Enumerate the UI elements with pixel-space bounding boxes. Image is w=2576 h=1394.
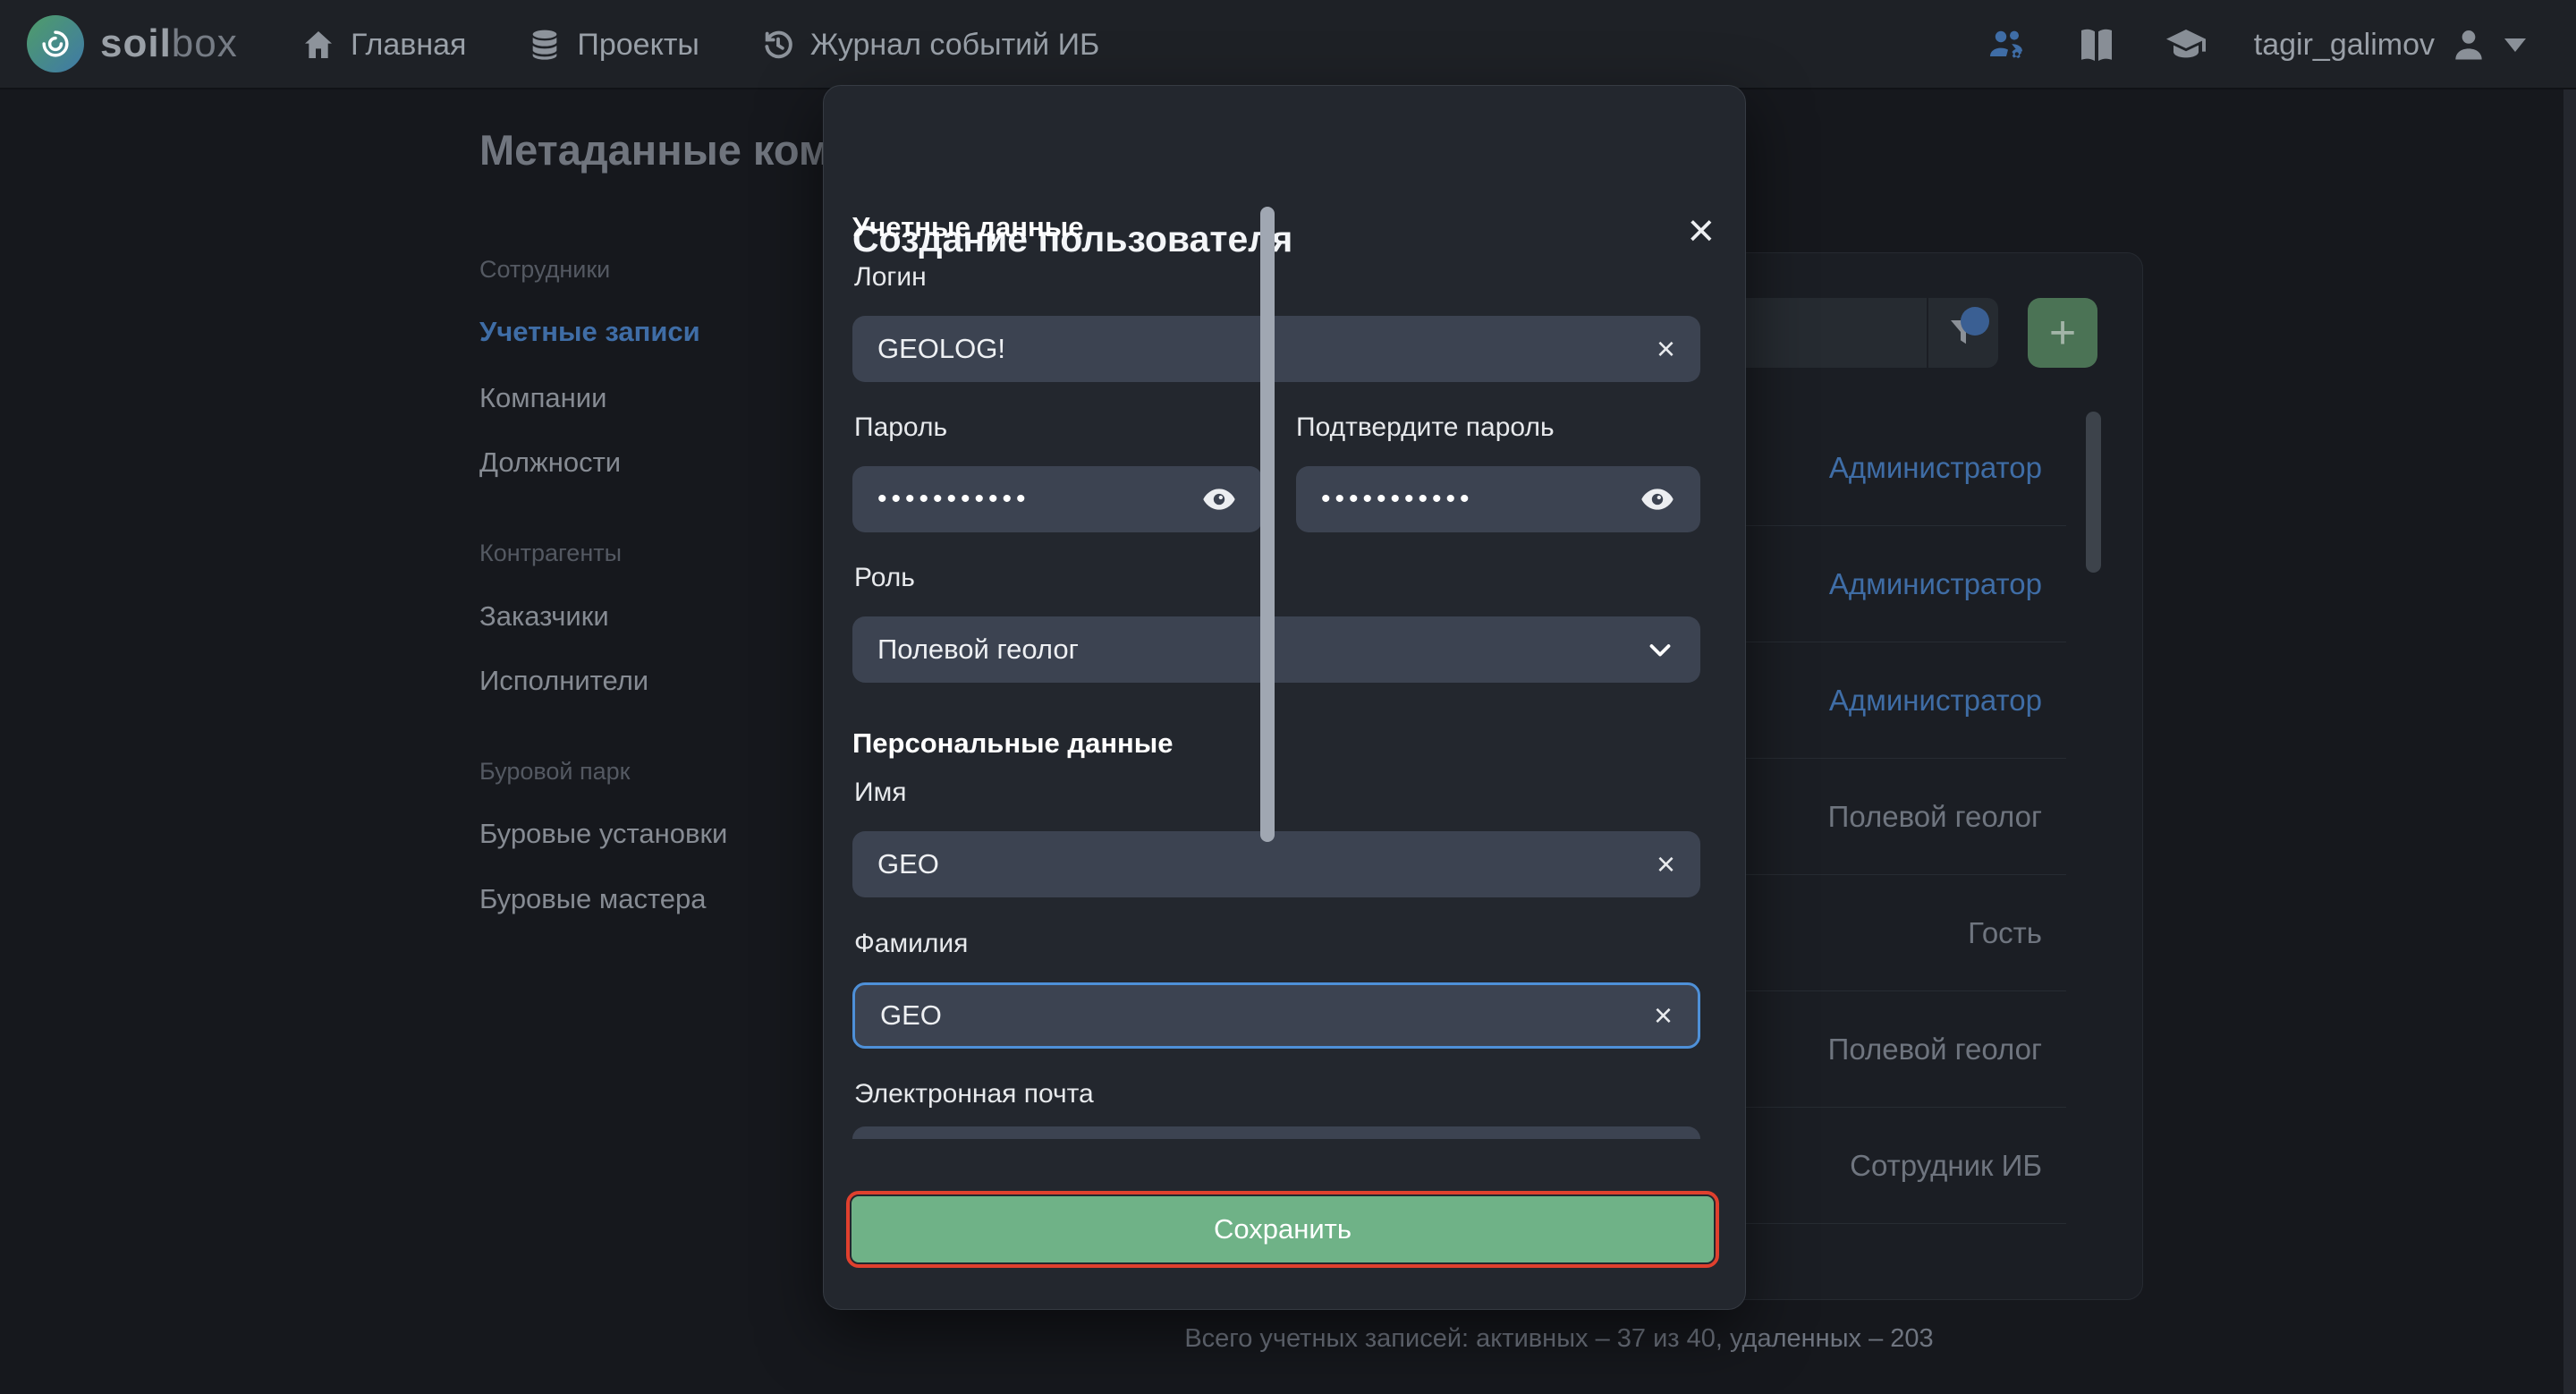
- role-cell: Гость: [1968, 916, 2042, 950]
- login-label: Логин: [854, 262, 927, 293]
- clear-icon[interactable]: ×: [1654, 999, 1673, 1032]
- nav-item-label: Проекты: [577, 28, 699, 63]
- page-scrollbar[interactable]: [2563, 89, 2576, 1394]
- topbar-right: tagir_galimov: [1986, 0, 2526, 89]
- email-label: Электронная почта: [854, 1079, 1094, 1109]
- filter-active-badge: [1961, 307, 1989, 336]
- modal-scrollbar[interactable]: [1260, 207, 1275, 842]
- close-icon[interactable]: ×: [1688, 208, 1715, 254]
- nav-item-label: Журнал событий ИБ: [810, 28, 1099, 63]
- user-management-icon[interactable]: [1986, 23, 2029, 66]
- sidebar-item-accounts[interactable]: Учетные записи: [479, 316, 700, 348]
- nav-item-label: Главная: [351, 28, 466, 63]
- first-name-field[interactable]: GEO ×: [852, 831, 1700, 897]
- role-cell: Полевой геолог: [1828, 800, 2042, 834]
- role-value: Полевой геолог: [877, 633, 1079, 666]
- sidebar-item-drilling-rigs[interactable]: Буровые установки: [479, 818, 727, 850]
- login-field[interactable]: GEOLOG! ×: [852, 316, 1700, 382]
- sidebar-group-employees: Сотрудники: [479, 256, 610, 284]
- database-icon: [527, 27, 563, 63]
- password-mask: •••••••••••: [877, 484, 1030, 514]
- role-cell: Администратор: [1829, 451, 2042, 485]
- add-user-button[interactable]: +: [2028, 298, 2097, 368]
- first-name-label: Имя: [854, 778, 906, 808]
- username: tagir_galimov: [2254, 28, 2435, 63]
- sidebar-item-customers[interactable]: Заказчики: [479, 600, 609, 633]
- email-field[interactable]: [852, 1126, 1700, 1139]
- clear-icon[interactable]: ×: [1657, 333, 1675, 365]
- role-cell: Сотрудник ИБ: [1850, 1149, 2042, 1183]
- user-icon: [2449, 25, 2488, 64]
- soilbox-logo-icon: [27, 15, 84, 72]
- history-icon: [760, 27, 796, 63]
- save-button-label: Сохранить: [1214, 1213, 1352, 1245]
- nav-item-security-log[interactable]: Журнал событий ИБ: [760, 27, 1099, 63]
- login-value: GEOLOG!: [877, 333, 1005, 365]
- password-label: Пароль: [854, 412, 947, 443]
- nav-item-home[interactable]: Главная: [301, 27, 466, 63]
- create-user-modal: Создание пользователя × Учетные данные Л…: [823, 85, 1746, 1310]
- password-confirm-mask: •••••••••••: [1321, 484, 1474, 514]
- role-label: Роль: [854, 563, 915, 593]
- role-cell: Администратор: [1829, 684, 2042, 718]
- sidebar-item-companies[interactable]: Компании: [479, 382, 606, 414]
- role-cell: Полевой геолог: [1828, 1033, 2042, 1067]
- top-navigation: Главная Проекты Журнал событий ИБ: [301, 0, 1099, 89]
- password-confirm-field[interactable]: •••••••••••: [1296, 466, 1700, 532]
- sidebar-item-drilling-masters[interactable]: Буровые мастера: [479, 883, 707, 915]
- role-cell: Администратор: [1829, 567, 2042, 601]
- book-icon[interactable]: [2075, 23, 2118, 66]
- clear-icon[interactable]: ×: [1657, 848, 1675, 880]
- filter-button[interactable]: [1928, 298, 1998, 368]
- plus-icon: +: [2049, 310, 2076, 356]
- sidebar-item-executors[interactable]: Исполнители: [479, 665, 648, 697]
- sidebar-item-positions[interactable]: Должности: [479, 446, 621, 479]
- sidebar-group-contractors: Контрагенты: [479, 540, 622, 567]
- nav-item-projects[interactable]: Проекты: [527, 27, 699, 63]
- caret-down-icon: [2504, 38, 2526, 52]
- brand-name: soilbox: [100, 21, 238, 66]
- first-name-value: GEO: [877, 848, 939, 880]
- eye-icon[interactable]: [1201, 481, 1237, 517]
- section-personal: Персональные данные: [852, 727, 1173, 760]
- section-credentials: Учетные данные: [852, 211, 1083, 243]
- home-icon: [301, 27, 336, 63]
- brand[interactable]: soilbox: [27, 15, 238, 72]
- table-scrollbar[interactable]: [2086, 412, 2101, 573]
- save-button[interactable]: Сохранить: [852, 1196, 1714, 1262]
- role-select[interactable]: Полевой геолог: [852, 616, 1700, 683]
- last-name-value: GEO: [880, 999, 942, 1032]
- last-name-field[interactable]: GEO ×: [852, 982, 1700, 1049]
- last-name-label: Фамилия: [854, 929, 968, 959]
- graduation-cap-icon[interactable]: [2165, 23, 2207, 66]
- sidebar-group-drilling-park: Буровой парк: [479, 758, 630, 786]
- eye-icon[interactable]: [1640, 481, 1675, 517]
- topbar: soilbox Главная Проекты Журнал событий И…: [0, 0, 2576, 89]
- user-menu[interactable]: tagir_galimov: [2254, 25, 2526, 64]
- password-field[interactable]: •••••••••••: [852, 466, 1262, 532]
- password-confirm-label: Подтвердите пароль: [1296, 412, 1555, 443]
- chevron-down-icon: [1643, 633, 1677, 667]
- accounts-summary: Всего учетных записей: активных – 37 из …: [975, 1324, 2143, 1354]
